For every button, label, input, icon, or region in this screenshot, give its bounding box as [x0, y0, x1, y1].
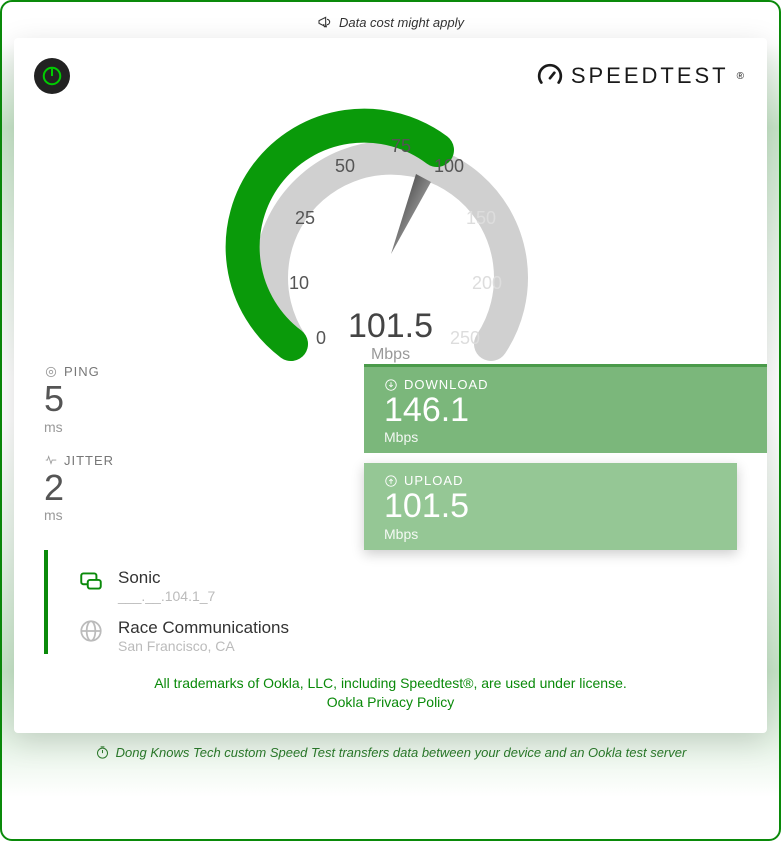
speedtest-logo: SPEEDTEST ® [537, 63, 747, 89]
card-footer: All trademarks of Ookla, LLC, including … [14, 674, 767, 713]
download-label: DOWNLOAD [404, 377, 489, 392]
jitter-value: 2 [44, 468, 364, 508]
svg-text:75: 75 [390, 136, 410, 156]
download-unit: Mbps [384, 429, 747, 445]
download-box: DOWNLOAD 146.1 Mbps [364, 364, 767, 453]
ping-label: PING [64, 364, 100, 379]
upload-value: 101.5 [384, 488, 717, 525]
megaphone-icon [317, 14, 333, 30]
download-value: 146.1 [384, 392, 747, 429]
upload-unit: Mbps [384, 526, 717, 542]
svg-text:150: 150 [465, 208, 495, 228]
ping-unit: ms [44, 419, 364, 435]
gauge-readout: 101.5 Mbps [348, 307, 433, 364]
upload-box: UPLOAD 101.5 Mbps [364, 463, 737, 549]
jitter-unit: ms [44, 507, 364, 523]
gauge-value-unit: Mbps [348, 346, 433, 364]
isp-row[interactable]: Sonic ___.__.104.1_7 [78, 568, 737, 604]
server-name: Race Communications [118, 618, 289, 638]
trademark-notice: All trademarks of Ookla, LLC, including … [54, 674, 727, 694]
bottom-notice-text: Dong Knows Tech custom Speed Test transf… [116, 745, 687, 760]
app-frame: Data cost might apply SPEEDTEST ® 0 10 2… [0, 0, 781, 841]
device-icon [78, 568, 104, 594]
speedtest-card: SPEEDTEST ® 0 10 25 50 75 100 150 200 25… [14, 38, 767, 733]
ping-icon [44, 365, 58, 379]
isp-ip: ___.__.104.1_7 [118, 588, 215, 604]
svg-text:50: 50 [334, 156, 354, 176]
data-cost-text: Data cost might apply [339, 15, 464, 30]
card-header: SPEEDTEST ® [14, 58, 767, 94]
upload-label: UPLOAD [404, 473, 463, 488]
server-location: San Francisco, CA [118, 638, 289, 654]
jitter-icon [44, 453, 58, 467]
jitter-label: JITTER [64, 453, 114, 468]
privacy-link[interactable]: Ookla Privacy Policy [54, 693, 727, 713]
download-icon [384, 378, 398, 392]
speed-gauge: 0 10 25 50 75 100 150 200 250 101.5 Mbps [221, 94, 561, 374]
ping-value: 5 [44, 379, 364, 419]
gauge-value-number: 101.5 [348, 307, 433, 346]
jitter-metric: JITTER 2 ms [44, 453, 364, 524]
trademark: ® [737, 71, 747, 82]
bottom-notice: Dong Knows Tech custom Speed Test transf… [14, 745, 767, 760]
svg-text:25: 25 [294, 208, 314, 228]
gauge-icon [537, 63, 563, 89]
latency-column: PING 5 ms JITTER 2 ms [44, 364, 364, 550]
speed-column: DOWNLOAD 146.1 Mbps UPLOAD 101.5 Mbps [364, 364, 767, 550]
svg-text:100: 100 [433, 156, 463, 176]
data-cost-notice: Data cost might apply [14, 14, 767, 30]
server-row[interactable]: Race Communications San Francisco, CA [78, 618, 737, 654]
svg-text:250: 250 [449, 328, 479, 348]
metrics-row: PING 5 ms JITTER 2 ms [14, 364, 767, 550]
svg-text:10: 10 [288, 273, 308, 293]
ping-metric: PING 5 ms [44, 364, 364, 435]
svg-text:200: 200 [471, 273, 501, 293]
isp-name: Sonic [118, 568, 215, 588]
stopwatch-icon [95, 745, 110, 760]
connection-info: Sonic ___.__.104.1_7 Race Communications… [44, 550, 767, 654]
globe-icon [78, 618, 104, 644]
svg-text:0: 0 [315, 328, 325, 348]
upload-icon [384, 474, 398, 488]
power-icon [41, 65, 63, 87]
restart-button[interactable] [34, 58, 70, 94]
brand-text: SPEEDTEST [571, 63, 729, 89]
